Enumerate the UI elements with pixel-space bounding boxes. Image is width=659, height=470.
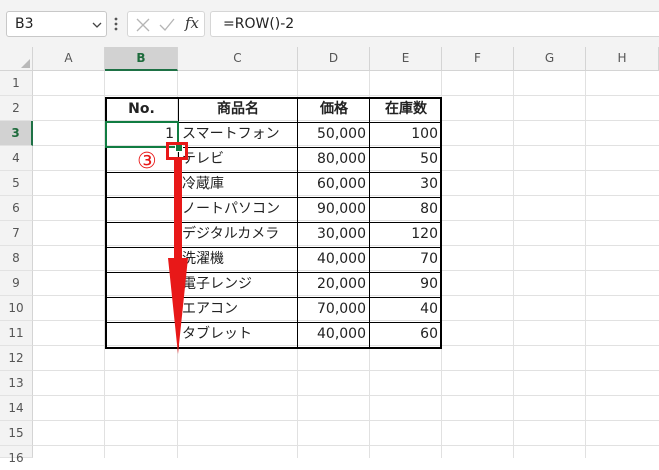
cell-product-name[interactable]: 電子レンジ [178,272,298,297]
cell-price[interactable]: 30,000 [298,222,370,247]
row-header-4[interactable]: 4 [0,146,33,171]
cell-price[interactable]: 90,000 [298,197,370,222]
more-options-icon[interactable] [113,14,119,34]
cancel-icon[interactable] [136,18,150,32]
row-header-3[interactable]: 3 [0,121,33,146]
cell-stock[interactable]: 90 [370,272,442,297]
formula-buttons: fx [127,11,205,37]
header-stock[interactable]: 在庫数 [370,97,442,122]
cell-stock[interactable]: 120 [370,222,442,247]
table-divider [105,197,442,198]
cell-price[interactable]: 60,000 [298,172,370,197]
row-header-6[interactable]: 6 [0,196,33,221]
cell-stock[interactable]: 60 [370,322,442,347]
cell-stock[interactable]: 50 [370,147,442,172]
table-divider [297,97,298,349]
column-header-h[interactable]: H [586,47,659,71]
row-header-12[interactable]: 12 [0,346,33,371]
cell-stock[interactable]: 30 [370,172,442,197]
cell-stock[interactable]: 80 [370,197,442,222]
formula-input[interactable]: =ROW()-2 [210,11,659,37]
column-header-a[interactable]: A [33,47,105,71]
cell-price[interactable]: 40,000 [298,322,370,347]
row-header-1[interactable]: 1 [0,71,33,96]
table-divider [105,222,442,223]
step-marker: ③ [137,149,157,174]
select-all-icon [21,59,30,68]
column-header-e[interactable]: E [370,47,442,71]
row-header-10[interactable]: 10 [0,296,33,321]
column-header-b[interactable]: B [105,47,178,71]
row-header-13[interactable]: 13 [0,371,33,396]
cell-price[interactable]: 50,000 [298,122,370,147]
cell-product-name[interactable]: スマートフォン [178,122,298,147]
header-no[interactable]: No. [105,97,178,122]
cell-product-name[interactable]: タブレット [178,322,298,347]
cell-stock[interactable]: 40 [370,297,442,322]
table-divider [105,297,442,298]
row-header-16[interactable]: 16 [0,446,33,465]
formula-bar: B3 fx =ROW()-2 [0,0,659,48]
row-header-2[interactable]: 2 [0,96,33,121]
cell-price[interactable]: 20,000 [298,272,370,297]
cell-price[interactable]: 40,000 [298,247,370,272]
row-header-15[interactable]: 15 [0,421,33,446]
cell-product-name[interactable]: デジタルカメラ [178,222,298,247]
cell-product-name[interactable]: ノートパソコン [178,197,298,222]
cell-product-name[interactable]: エアコン [178,297,298,322]
header-price[interactable]: 価格 [298,97,370,122]
cell-product-name[interactable]: 冷蔵庫 [178,172,298,197]
cell-stock[interactable]: 100 [370,122,442,147]
name-box[interactable]: B3 [6,11,107,37]
row-header-9[interactable]: 9 [0,271,33,296]
row-header-7[interactable]: 7 [0,221,33,246]
enter-check-icon[interactable] [159,18,175,32]
table-divider [369,97,370,349]
cell-product-name[interactable]: テレビ [178,147,298,172]
cell-product-name[interactable]: 洗濯機 [178,247,298,272]
table-divider [105,322,442,323]
column-header-c[interactable]: C [178,47,298,71]
column-header-f[interactable]: F [442,47,514,71]
header-product-name[interactable]: 商品名 [178,97,298,122]
insert-function-button[interactable]: fx [185,14,199,32]
select-all-button[interactable] [0,47,33,71]
cell-stock[interactable]: 70 [370,247,442,272]
cell-price[interactable]: 80,000 [298,147,370,172]
table-divider [105,272,442,273]
column-header-g[interactable]: G [514,47,586,71]
column-header-d[interactable]: D [298,47,370,71]
table-divider [105,247,442,248]
row-header-14[interactable]: 14 [0,396,33,421]
row-header-11[interactable]: 11 [0,321,33,346]
row-header-8[interactable]: 8 [0,246,33,271]
formula-value: =ROW()-2 [223,16,295,32]
cell-price[interactable]: 70,000 [298,297,370,322]
chevron-down-icon[interactable] [92,20,102,30]
name-box-value: B3 [15,16,34,32]
drag-down-arrow-icon [168,158,188,354]
row-header-5[interactable]: 5 [0,171,33,196]
